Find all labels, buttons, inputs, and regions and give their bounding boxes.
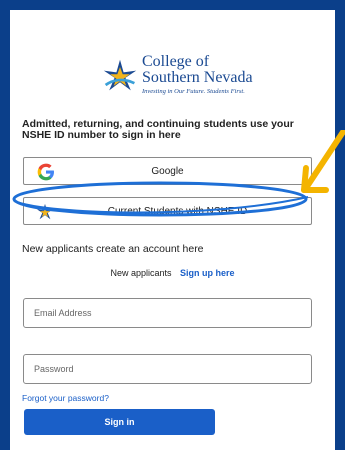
new-applicants-heading: New applicants create an account here bbox=[22, 243, 204, 255]
nshe-signin-button[interactable]: Current Students with NSHE ID bbox=[23, 197, 312, 225]
signin-button[interactable]: Sign in bbox=[24, 409, 215, 435]
intro-text: Admitted, returning, and continuing stud… bbox=[22, 118, 294, 141]
password-field[interactable] bbox=[23, 354, 312, 384]
csn-logo: College of Southern Nevada Investing in … bbox=[102, 54, 282, 104]
logo-line2: Southern Nevada bbox=[142, 69, 253, 86]
nshe-button-label: Current Students with NSHE ID bbox=[107, 206, 248, 217]
signup-row: New applicants Sign up here bbox=[10, 268, 335, 278]
signin-card: College of Southern Nevada Investing in … bbox=[10, 10, 335, 450]
logo-tagline: Investing in Our Future. Students First. bbox=[142, 88, 245, 95]
new-applicants-prompt: New applicants bbox=[110, 268, 172, 278]
forgot-password-link[interactable]: Forgot your password? bbox=[22, 393, 109, 403]
email-field[interactable] bbox=[23, 298, 312, 328]
signup-link[interactable]: Sign up here bbox=[180, 268, 235, 278]
csn-star-icon bbox=[103, 59, 137, 91]
google-signin-button[interactable]: Google bbox=[23, 157, 312, 185]
google-button-label: Google bbox=[151, 166, 184, 177]
logo-line1: College of bbox=[142, 53, 210, 70]
